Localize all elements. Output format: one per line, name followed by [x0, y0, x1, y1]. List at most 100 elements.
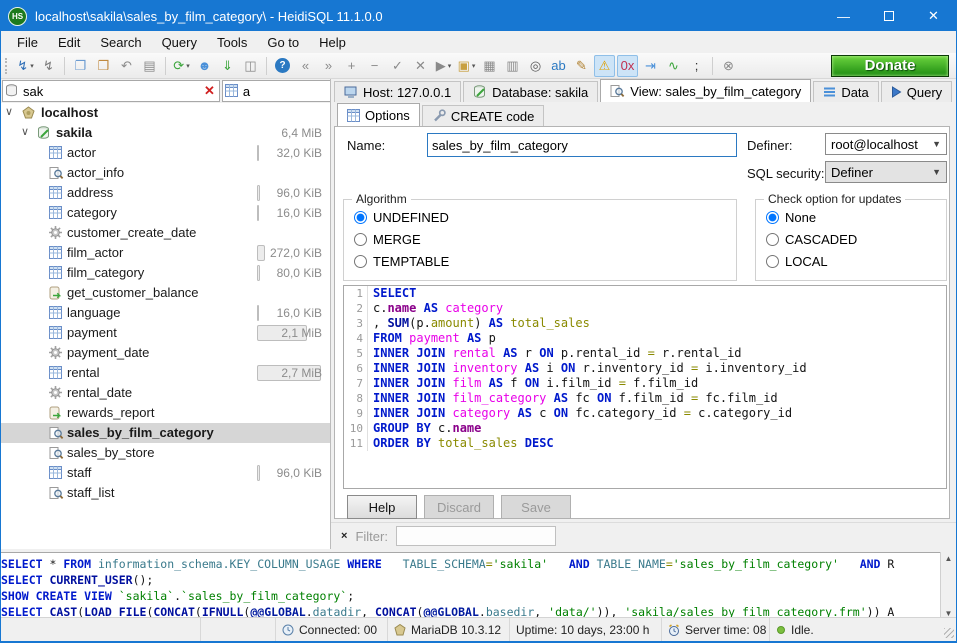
close-filter-icon[interactable]: × — [341, 530, 347, 542]
save-blob-icon[interactable]: ◫ — [240, 55, 261, 77]
table-filter-input[interactable] — [243, 84, 331, 99]
tree-item-actor_info[interactable]: actor_info — [1, 163, 330, 183]
tree-item-get_customer_balance[interactable]: get_customer_balance — [1, 283, 330, 303]
indent-icon[interactable]: ⇥ — [640, 55, 661, 77]
close-button[interactable]: ✕ — [911, 1, 956, 31]
session-manager-icon[interactable]: ↯▾ — [15, 55, 36, 77]
find-text-icon[interactable]: ◎ — [525, 55, 546, 77]
menu-help[interactable]: Help — [309, 33, 356, 52]
size-bar — [257, 145, 259, 161]
save-sql-icon[interactable]: ▦ — [479, 55, 500, 77]
tree-item-film_actor[interactable]: film_actor272,0 KiB — [1, 243, 330, 263]
data-icon — [823, 86, 836, 98]
filter-input[interactable] — [396, 526, 556, 546]
view-name-input[interactable] — [427, 133, 737, 157]
tab-host[interactable]: Host: 127.0.0.1 — [334, 81, 461, 102]
definer-combobox[interactable]: root@localhost▼ — [825, 133, 947, 155]
reformat-sql-icon[interactable]: ✎ — [571, 55, 592, 77]
paste-icon[interactable]: ❒ — [93, 55, 114, 77]
tree-item-film_category[interactable]: film_category80,0 KiB — [1, 263, 330, 283]
tree-item-payment_date[interactable]: payment_date — [1, 343, 330, 363]
save-button[interactable]: Save — [501, 495, 571, 519]
refresh-icon[interactable]: ⟳▾ — [171, 55, 192, 77]
cancel-edit-icon[interactable]: ✕ — [410, 55, 431, 77]
disconnect-icon[interactable]: ↯ — [38, 55, 59, 77]
tab-view[interactable]: View: sales_by_film_category — [600, 79, 811, 102]
tree-item-label: sakila — [56, 125, 92, 140]
clear-database-filter-icon[interactable]: ✕ — [202, 83, 217, 99]
menu-tools[interactable]: Tools — [207, 33, 257, 52]
last-record-icon[interactable]: » — [318, 55, 339, 77]
radio-undefined[interactable]: UNDEFINED — [344, 206, 736, 228]
delete-record-icon[interactable]: − — [364, 55, 385, 77]
tree-item-payment[interactable]: payment2,1 MiB — [1, 323, 330, 343]
radio-cascaded[interactable]: CASCADED — [756, 228, 946, 250]
tree-item-sales_by_store[interactable]: sales_by_store — [1, 443, 330, 463]
save-sql-as-icon[interactable]: ▥ — [502, 55, 523, 77]
radio-merge[interactable]: MERGE — [344, 228, 736, 250]
minimize-button[interactable]: — — [821, 1, 866, 31]
discard-button[interactable]: Discard — [424, 495, 494, 519]
radio-temptable[interactable]: TEMPTABLE — [344, 250, 736, 272]
open-sql-file-icon[interactable]: ▣▾ — [456, 55, 477, 77]
explain-icon[interactable]: ∿ — [663, 55, 684, 77]
table-icon — [347, 109, 360, 122]
status-panel-6: Idle. — [770, 618, 956, 641]
tree-item-category[interactable]: category16,0 KiB — [1, 203, 330, 223]
tab-create-code[interactable]: CREATE code — [422, 105, 545, 126]
tab-database[interactable]: Database: sakila — [463, 81, 598, 102]
post-record-icon[interactable]: ✓ — [387, 55, 408, 77]
donate-button[interactable]: Donate — [831, 55, 949, 77]
tree-item-sales_by_film_category[interactable]: sales_by_film_category — [1, 423, 330, 443]
insert-record-icon[interactable]: + — [341, 55, 362, 77]
first-record-icon[interactable]: « — [295, 55, 316, 77]
view-select-code-editor[interactable]: 1SELECT2c.name AS category3, SUM(p.amoun… — [343, 285, 947, 489]
sql-log-panel[interactable]: 23SELECT * FROM information_schema.KEY_C… — [1, 552, 956, 620]
tree-item-rewards_report[interactable]: rewards_report — [1, 403, 330, 423]
semicolon-icon[interactable]: ; — [686, 55, 707, 77]
expander-icon[interactable]: ∨ — [21, 125, 29, 138]
tree-item-sakila[interactable]: ∨sakila6,4 MiB — [1, 123, 330, 143]
user-manager-icon[interactable]: ☻ — [194, 55, 215, 77]
resize-grip[interactable] — [944, 628, 954, 638]
line-number: 1 — [344, 286, 368, 301]
undo-icon[interactable]: ↶ — [116, 55, 137, 77]
tree-item-rental[interactable]: rental2,7 MiB — [1, 363, 330, 383]
hex-view-icon[interactable]: 0x — [617, 55, 638, 77]
tree-item-language[interactable]: language16,0 KiB — [1, 303, 330, 323]
menu-search[interactable]: Search — [90, 33, 151, 52]
replace-text-icon[interactable]: ab — [548, 55, 569, 77]
run-query-icon[interactable]: ▶▾ — [433, 55, 454, 77]
tree-item-actor[interactable]: actor32,0 KiB — [1, 143, 330, 163]
blob-warning-icon[interactable]: ⚠ — [594, 55, 615, 77]
tree-item-rental_date[interactable]: rental_date — [1, 383, 330, 403]
menu-query[interactable]: Query — [152, 33, 207, 52]
scroll-up-icon[interactable]: ▲ — [945, 554, 953, 563]
sql-security-combobox[interactable]: Definer▼ — [825, 161, 947, 183]
menu-file[interactable]: File — [7, 33, 48, 52]
radio-local[interactable]: LOCAL — [756, 250, 946, 272]
tree-item-staff_list[interactable]: staff_list — [1, 483, 330, 503]
menu-edit[interactable]: Edit — [48, 33, 90, 52]
tree-item-staff[interactable]: staff96,0 KiB — [1, 463, 330, 483]
radio-none[interactable]: None — [756, 206, 946, 228]
tab-data[interactable]: Data — [813, 81, 878, 102]
tree-item-customer_create_date[interactable]: customer_create_date — [1, 223, 330, 243]
toolbar-grip[interactable] — [5, 58, 10, 74]
stop-icon[interactable]: ⊗ — [718, 55, 739, 77]
log-scrollbar[interactable]: ▲ ▼ — [940, 552, 956, 620]
tab-query[interactable]: Query — [881, 81, 952, 102]
code-line: 4FROM payment AS p — [344, 331, 946, 346]
export-database-icon[interactable]: ⇓ — [217, 55, 238, 77]
print-icon[interactable]: ▤ — [139, 55, 160, 77]
maximize-button[interactable] — [866, 1, 911, 31]
database-filter-input[interactable] — [23, 84, 199, 99]
expander-icon[interactable]: ∨ — [5, 105, 13, 118]
copy-icon[interactable]: ❐ — [70, 55, 91, 77]
tab-options[interactable]: Options — [337, 103, 420, 126]
help-button[interactable]: Help — [347, 495, 417, 519]
menu-go-to[interactable]: Go to — [257, 33, 309, 52]
tree-item-address[interactable]: address96,0 KiB — [1, 183, 330, 203]
tree-item-localhost[interactable]: ∨localhost — [1, 103, 330, 123]
help-icon[interactable]: ? — [272, 55, 293, 77]
